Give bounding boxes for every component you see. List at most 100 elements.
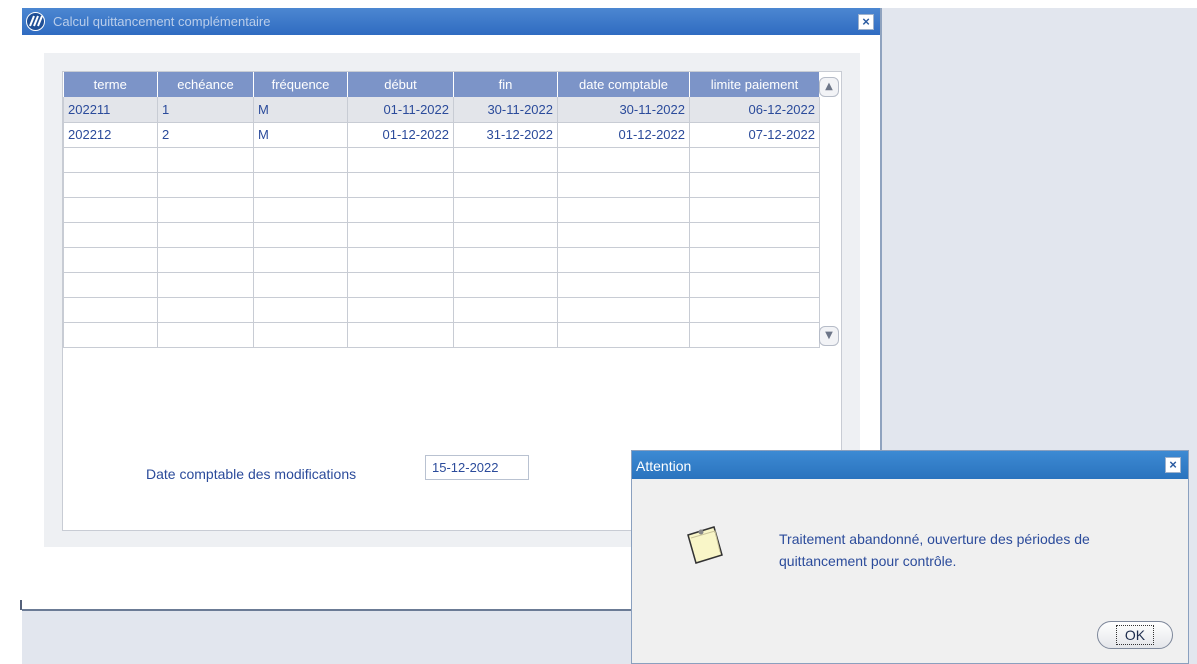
column-header-0[interactable]: terme xyxy=(63,72,158,97)
table-cell[interactable] xyxy=(157,247,254,273)
table-cell[interactable] xyxy=(253,322,348,348)
table-cell[interactable]: 30-11-2022 xyxy=(453,97,558,123)
table-cell[interactable] xyxy=(347,222,454,248)
table-cell[interactable] xyxy=(557,322,690,348)
table-row[interactable]: 202211 1 M 01-11-2022 30-11-2022 30-11-2022 06… xyxy=(63,97,820,123)
table-cell[interactable] xyxy=(63,247,158,273)
table-cell[interactable] xyxy=(157,147,254,173)
table-cell[interactable] xyxy=(453,147,558,173)
column-header-4[interactable]: fin xyxy=(453,72,558,97)
table-cell[interactable] xyxy=(63,147,158,173)
table-cell[interactable] xyxy=(63,222,158,248)
table-cell[interactable]: 01-11-2022 xyxy=(347,97,454,123)
table-cell[interactable] xyxy=(453,247,558,273)
table-cell[interactable] xyxy=(157,197,254,223)
table-cell[interactable] xyxy=(253,222,348,248)
table-cell[interactable] xyxy=(453,322,558,348)
table-cell[interactable] xyxy=(253,297,348,323)
table-cell[interactable] xyxy=(63,322,158,348)
table-cell[interactable] xyxy=(689,172,820,198)
table-cell[interactable] xyxy=(557,172,690,198)
table-cell[interactable]: 202212 xyxy=(63,122,158,148)
table-cell[interactable] xyxy=(347,172,454,198)
table-cell[interactable] xyxy=(63,297,158,323)
table-cell[interactable] xyxy=(557,247,690,273)
table-cell[interactable] xyxy=(689,247,820,273)
table-cell[interactable] xyxy=(557,297,690,323)
table-row[interactable]: 202212 2 M 01-12-2022 31-12-2022 01-12-2022 07… xyxy=(63,122,820,148)
date-comptable-input[interactable]: 15-12-2022 xyxy=(425,455,529,480)
column-header-3[interactable]: début xyxy=(347,72,454,97)
table-cell[interactable]: 06-12-2022 xyxy=(689,97,820,123)
window-titlebar[interactable]: Calcul quittancement complémentaire × xyxy=(22,8,880,35)
table-cell[interactable] xyxy=(689,297,820,323)
table-cell[interactable] xyxy=(689,222,820,248)
table-cell[interactable] xyxy=(63,172,158,198)
table-cell[interactable] xyxy=(689,272,820,298)
dialog-titlebar[interactable]: Attention × xyxy=(632,451,1188,479)
table-scrollbar[interactable]: ▲ ▼ xyxy=(819,77,839,346)
table-cell[interactable] xyxy=(557,272,690,298)
table-cell[interactable] xyxy=(63,197,158,223)
table-row[interactable] xyxy=(63,172,820,198)
table-cell[interactable] xyxy=(253,247,348,273)
table-cell[interactable] xyxy=(453,172,558,198)
table-row[interactable] xyxy=(63,197,820,223)
table-cell[interactable] xyxy=(347,322,454,348)
table-row[interactable] xyxy=(63,147,820,173)
table-cell[interactable]: 01-12-2022 xyxy=(557,122,690,148)
table-cell[interactable] xyxy=(157,322,254,348)
table-row[interactable] xyxy=(63,322,820,348)
table-cell[interactable] xyxy=(157,172,254,198)
table-cell[interactable] xyxy=(453,297,558,323)
table-cell[interactable] xyxy=(689,197,820,223)
table-cell[interactable]: 202211 xyxy=(63,97,158,123)
table-row[interactable] xyxy=(63,297,820,323)
table-cell[interactable] xyxy=(347,247,454,273)
table-row[interactable] xyxy=(63,222,820,248)
table-cell[interactable]: M xyxy=(253,97,348,123)
table-cell[interactable] xyxy=(157,272,254,298)
table-row[interactable] xyxy=(63,247,820,273)
periods-table: terme echéance fréquence début fin date compt… xyxy=(63,72,820,348)
table-cell[interactable] xyxy=(253,197,348,223)
table-cell[interactable] xyxy=(453,197,558,223)
table-cell[interactable] xyxy=(63,272,158,298)
scroll-up-button[interactable]: ▲ xyxy=(819,77,839,97)
table-cell[interactable] xyxy=(347,147,454,173)
table-cell[interactable] xyxy=(253,172,348,198)
table-cell[interactable]: 30-11-2022 xyxy=(557,97,690,123)
table-cell[interactable] xyxy=(347,197,454,223)
table-cell[interactable] xyxy=(157,297,254,323)
dialog-close-button[interactable]: × xyxy=(1165,457,1181,473)
table-cell[interactable]: 31-12-2022 xyxy=(453,122,558,148)
dialog-title: Attention xyxy=(636,458,692,474)
table-cell[interactable] xyxy=(689,147,820,173)
note-icon xyxy=(687,526,723,564)
column-header-5[interactable]: date comptable xyxy=(557,72,690,97)
table-cell[interactable] xyxy=(157,222,254,248)
table-cell[interactable]: 01-12-2022 xyxy=(347,122,454,148)
table-cell[interactable] xyxy=(557,197,690,223)
table-cell[interactable] xyxy=(453,222,558,248)
table-cell[interactable]: M xyxy=(253,122,348,148)
table-cell[interactable] xyxy=(689,322,820,348)
date-comptable-label: Date comptable des modifications xyxy=(146,466,357,482)
window-close-button[interactable]: × xyxy=(858,14,874,30)
scroll-down-button[interactable]: ▼ xyxy=(819,326,839,346)
table-cell[interactable] xyxy=(253,272,348,298)
column-header-6[interactable]: limite paiement xyxy=(689,72,820,97)
table-cell[interactable]: 07-12-2022 xyxy=(689,122,820,148)
table-cell[interactable] xyxy=(253,147,348,173)
ok-button[interactable]: OK xyxy=(1097,621,1173,649)
column-header-1[interactable]: echéance xyxy=(157,72,254,97)
table-cell[interactable] xyxy=(347,272,454,298)
column-header-2[interactable]: fréquence xyxy=(253,72,348,97)
table-cell[interactable] xyxy=(557,222,690,248)
table-cell[interactable]: 1 xyxy=(157,97,254,123)
table-cell[interactable] xyxy=(347,297,454,323)
table-cell[interactable] xyxy=(453,272,558,298)
table-row[interactable] xyxy=(63,272,820,298)
table-cell[interactable]: 2 xyxy=(157,122,254,148)
table-cell[interactable] xyxy=(557,147,690,173)
